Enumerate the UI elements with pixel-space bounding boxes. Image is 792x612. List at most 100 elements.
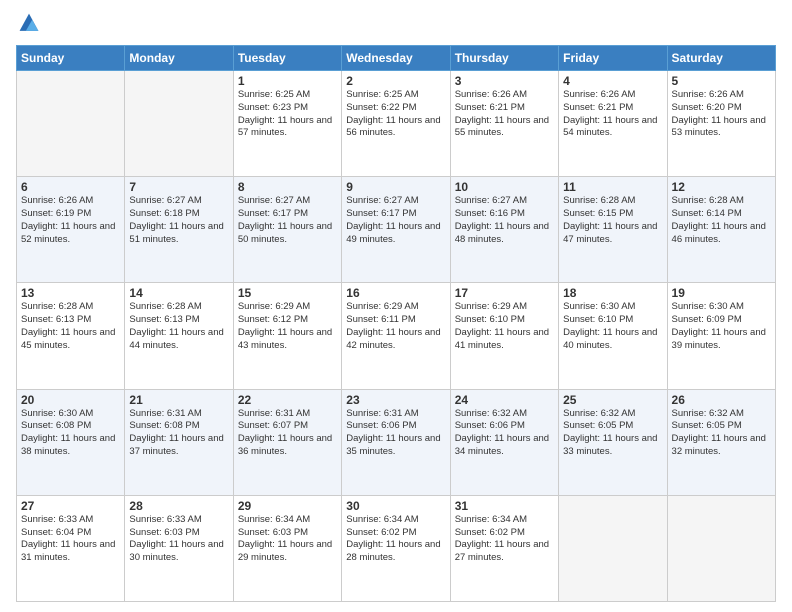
day-info: Sunrise: 6:26 AM Sunset: 6:19 PM Dayligh…	[21, 195, 120, 246]
calendar-cell: 28Sunrise: 6:33 AM Sunset: 6:03 PM Dayli…	[125, 495, 233, 601]
day-number: 22	[238, 393, 337, 407]
calendar-cell: 9Sunrise: 6:27 AM Sunset: 6:17 PM Daylig…	[342, 177, 450, 283]
day-number: 29	[238, 499, 337, 513]
day-info: Sunrise: 6:32 AM Sunset: 6:05 PM Dayligh…	[563, 408, 662, 459]
day-info: Sunrise: 6:29 AM Sunset: 6:10 PM Dayligh…	[455, 301, 554, 352]
day-number: 27	[21, 499, 120, 513]
calendar-cell: 11Sunrise: 6:28 AM Sunset: 6:15 PM Dayli…	[559, 177, 667, 283]
calendar-cell: 27Sunrise: 6:33 AM Sunset: 6:04 PM Dayli…	[17, 495, 125, 601]
day-info: Sunrise: 6:32 AM Sunset: 6:05 PM Dayligh…	[672, 408, 771, 459]
day-number: 15	[238, 286, 337, 300]
day-info: Sunrise: 6:28 AM Sunset: 6:13 PM Dayligh…	[21, 301, 120, 352]
day-number: 11	[563, 180, 662, 194]
logo	[16, 16, 42, 39]
day-info: Sunrise: 6:27 AM Sunset: 6:17 PM Dayligh…	[238, 195, 337, 246]
day-info: Sunrise: 6:27 AM Sunset: 6:17 PM Dayligh…	[346, 195, 445, 246]
day-number: 2	[346, 74, 445, 88]
day-number: 5	[672, 74, 771, 88]
day-info: Sunrise: 6:26 AM Sunset: 6:21 PM Dayligh…	[455, 89, 554, 140]
calendar-week-row: 1Sunrise: 6:25 AM Sunset: 6:23 PM Daylig…	[17, 71, 776, 177]
calendar-cell: 18Sunrise: 6:30 AM Sunset: 6:10 PM Dayli…	[559, 283, 667, 389]
logo-icon	[18, 12, 40, 34]
calendar-day-header: Wednesday	[342, 46, 450, 71]
day-number: 31	[455, 499, 554, 513]
calendar-cell: 16Sunrise: 6:29 AM Sunset: 6:11 PM Dayli…	[342, 283, 450, 389]
calendar-cell: 21Sunrise: 6:31 AM Sunset: 6:08 PM Dayli…	[125, 389, 233, 495]
calendar-week-row: 27Sunrise: 6:33 AM Sunset: 6:04 PM Dayli…	[17, 495, 776, 601]
day-info: Sunrise: 6:30 AM Sunset: 6:08 PM Dayligh…	[21, 408, 120, 459]
day-info: Sunrise: 6:28 AM Sunset: 6:13 PM Dayligh…	[129, 301, 228, 352]
calendar-day-header: Saturday	[667, 46, 775, 71]
page: SundayMondayTuesdayWednesdayThursdayFrid…	[0, 0, 792, 612]
calendar-cell: 12Sunrise: 6:28 AM Sunset: 6:14 PM Dayli…	[667, 177, 775, 283]
day-info: Sunrise: 6:30 AM Sunset: 6:09 PM Dayligh…	[672, 301, 771, 352]
day-number: 21	[129, 393, 228, 407]
day-number: 26	[672, 393, 771, 407]
calendar-week-row: 6Sunrise: 6:26 AM Sunset: 6:19 PM Daylig…	[17, 177, 776, 283]
calendar-table: SundayMondayTuesdayWednesdayThursdayFrid…	[16, 45, 776, 602]
calendar-cell: 29Sunrise: 6:34 AM Sunset: 6:03 PM Dayli…	[233, 495, 341, 601]
day-info: Sunrise: 6:26 AM Sunset: 6:21 PM Dayligh…	[563, 89, 662, 140]
calendar-cell: 1Sunrise: 6:25 AM Sunset: 6:23 PM Daylig…	[233, 71, 341, 177]
day-info: Sunrise: 6:31 AM Sunset: 6:08 PM Dayligh…	[129, 408, 228, 459]
day-info: Sunrise: 6:34 AM Sunset: 6:03 PM Dayligh…	[238, 514, 337, 565]
calendar-cell: 3Sunrise: 6:26 AM Sunset: 6:21 PM Daylig…	[450, 71, 558, 177]
calendar-day-header: Friday	[559, 46, 667, 71]
day-number: 30	[346, 499, 445, 513]
day-info: Sunrise: 6:28 AM Sunset: 6:14 PM Dayligh…	[672, 195, 771, 246]
day-info: Sunrise: 6:34 AM Sunset: 6:02 PM Dayligh…	[455, 514, 554, 565]
day-info: Sunrise: 6:28 AM Sunset: 6:15 PM Dayligh…	[563, 195, 662, 246]
calendar-day-header: Tuesday	[233, 46, 341, 71]
day-info: Sunrise: 6:31 AM Sunset: 6:07 PM Dayligh…	[238, 408, 337, 459]
day-number: 24	[455, 393, 554, 407]
calendar-day-header: Thursday	[450, 46, 558, 71]
calendar-day-header: Monday	[125, 46, 233, 71]
day-number: 8	[238, 180, 337, 194]
calendar-header-row: SundayMondayTuesdayWednesdayThursdayFrid…	[17, 46, 776, 71]
day-number: 4	[563, 74, 662, 88]
calendar-cell: 19Sunrise: 6:30 AM Sunset: 6:09 PM Dayli…	[667, 283, 775, 389]
day-number: 20	[21, 393, 120, 407]
calendar-cell: 24Sunrise: 6:32 AM Sunset: 6:06 PM Dayli…	[450, 389, 558, 495]
calendar-cell: 20Sunrise: 6:30 AM Sunset: 6:08 PM Dayli…	[17, 389, 125, 495]
calendar-week-row: 20Sunrise: 6:30 AM Sunset: 6:08 PM Dayli…	[17, 389, 776, 495]
calendar-cell: 13Sunrise: 6:28 AM Sunset: 6:13 PM Dayli…	[17, 283, 125, 389]
day-info: Sunrise: 6:31 AM Sunset: 6:06 PM Dayligh…	[346, 408, 445, 459]
day-number: 12	[672, 180, 771, 194]
calendar-cell: 30Sunrise: 6:34 AM Sunset: 6:02 PM Dayli…	[342, 495, 450, 601]
day-number: 28	[129, 499, 228, 513]
calendar-cell	[17, 71, 125, 177]
day-number: 25	[563, 393, 662, 407]
calendar-cell: 17Sunrise: 6:29 AM Sunset: 6:10 PM Dayli…	[450, 283, 558, 389]
day-number: 14	[129, 286, 228, 300]
day-number: 18	[563, 286, 662, 300]
header	[16, 12, 776, 39]
calendar-cell	[125, 71, 233, 177]
calendar-cell	[559, 495, 667, 601]
calendar-cell	[667, 495, 775, 601]
day-number: 7	[129, 180, 228, 194]
calendar-cell: 8Sunrise: 6:27 AM Sunset: 6:17 PM Daylig…	[233, 177, 341, 283]
day-info: Sunrise: 6:25 AM Sunset: 6:23 PM Dayligh…	[238, 89, 337, 140]
calendar-cell: 14Sunrise: 6:28 AM Sunset: 6:13 PM Dayli…	[125, 283, 233, 389]
calendar-cell: 25Sunrise: 6:32 AM Sunset: 6:05 PM Dayli…	[559, 389, 667, 495]
calendar-cell: 26Sunrise: 6:32 AM Sunset: 6:05 PM Dayli…	[667, 389, 775, 495]
day-info: Sunrise: 6:33 AM Sunset: 6:04 PM Dayligh…	[21, 514, 120, 565]
day-number: 10	[455, 180, 554, 194]
day-info: Sunrise: 6:27 AM Sunset: 6:16 PM Dayligh…	[455, 195, 554, 246]
calendar-cell: 2Sunrise: 6:25 AM Sunset: 6:22 PM Daylig…	[342, 71, 450, 177]
calendar-week-row: 13Sunrise: 6:28 AM Sunset: 6:13 PM Dayli…	[17, 283, 776, 389]
day-number: 16	[346, 286, 445, 300]
day-number: 1	[238, 74, 337, 88]
calendar-cell: 7Sunrise: 6:27 AM Sunset: 6:18 PM Daylig…	[125, 177, 233, 283]
day-number: 19	[672, 286, 771, 300]
day-number: 6	[21, 180, 120, 194]
calendar-cell: 5Sunrise: 6:26 AM Sunset: 6:20 PM Daylig…	[667, 71, 775, 177]
calendar-cell: 6Sunrise: 6:26 AM Sunset: 6:19 PM Daylig…	[17, 177, 125, 283]
calendar-cell: 23Sunrise: 6:31 AM Sunset: 6:06 PM Dayli…	[342, 389, 450, 495]
day-number: 17	[455, 286, 554, 300]
day-number: 3	[455, 74, 554, 88]
calendar-cell: 15Sunrise: 6:29 AM Sunset: 6:12 PM Dayli…	[233, 283, 341, 389]
day-number: 23	[346, 393, 445, 407]
calendar-cell: 10Sunrise: 6:27 AM Sunset: 6:16 PM Dayli…	[450, 177, 558, 283]
